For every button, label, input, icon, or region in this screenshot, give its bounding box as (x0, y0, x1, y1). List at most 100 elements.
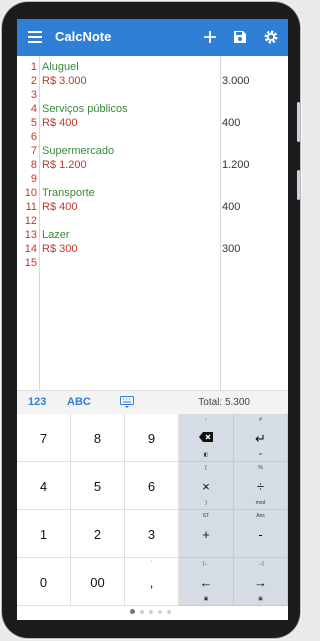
add-icon[interactable] (200, 27, 220, 47)
volume-button (297, 102, 300, 142)
line-number: 12 (24, 215, 37, 227)
line-number: 3 (30, 89, 37, 101)
page-dot[interactable] (158, 610, 162, 614)
line-result: 1.200 (222, 159, 250, 171)
page-dot[interactable] (167, 610, 171, 614)
line-result: 3.000 (222, 75, 250, 87)
key-label: + (202, 527, 210, 542)
key-00[interactable]: 00 (71, 558, 125, 606)
key-alt-label: ) (205, 500, 207, 506)
op-key[interactable]: Ans - (234, 510, 288, 558)
app-title: CalcNote (55, 29, 112, 44)
line-number: 10 (24, 187, 37, 199)
key-label: - (258, 527, 263, 542)
key-alt-label: ` (150, 561, 153, 567)
app-bar: CalcNote (17, 19, 288, 56)
line-heading-text[interactable]: Transporte (42, 186, 95, 200)
key-7[interactable]: 7 (17, 414, 71, 462)
key-label: 0 (39, 575, 48, 590)
total-label: Total: 5.300 (198, 397, 250, 408)
key-label: 3 (147, 527, 156, 542)
key-alt-label: ▣ (203, 596, 209, 602)
settings-icon[interactable] (261, 27, 281, 47)
keyboard-page-indicator (17, 606, 288, 620)
key-label: ÷ (256, 479, 265, 494)
key-alt-label: mod (255, 500, 266, 506)
key-label: 2 (93, 527, 102, 542)
key-alt-label: % (258, 465, 263, 471)
line-number: 15 (24, 257, 37, 269)
line-result: 300 (222, 243, 241, 255)
line-number: 7 (30, 145, 37, 157)
page-dot[interactable] (130, 609, 135, 614)
line-heading-text[interactable]: Lazer (42, 228, 70, 242)
key-1[interactable]: 1 (17, 510, 71, 558)
key-alt-label: ◧ (203, 452, 209, 458)
line-number: 5 (30, 117, 37, 129)
line-number: 8 (30, 159, 37, 171)
key-5[interactable]: 5 (71, 462, 125, 510)
op-key[interactable]: |← ← ▣ (179, 558, 234, 606)
line-heading-text[interactable]: Supermercado (42, 144, 114, 158)
key-label: 4 (39, 479, 48, 494)
key-label: 5 (93, 479, 102, 494)
key-label: 1 (39, 527, 48, 542)
op-key[interactable]: ( ×) (179, 462, 234, 510)
key-alt-label: →| (257, 561, 264, 567)
key-9[interactable]: 9 (125, 414, 179, 462)
line-number: 1 (30, 61, 37, 73)
key-2[interactable]: 2 (71, 510, 125, 558)
line-number: 4 (30, 103, 37, 115)
key-comma[interactable]: `, (125, 558, 179, 606)
key-alt-label: ▣ (258, 596, 263, 602)
menu-icon[interactable] (28, 31, 42, 43)
line-number: 6 (30, 131, 37, 143)
phone-frame: CalcNote 1 2 3 4 5 6 7 8 9 10 11 12 13 14 15 Aluguel R$ … (2, 2, 300, 638)
op-key[interactable]: ↑ ◧ (179, 414, 234, 462)
keyboard-toolbar: 123 ABC Total: 5.300 (17, 390, 288, 415)
line-value-text[interactable]: R$ 300 (42, 242, 77, 256)
line-number: 9 (30, 173, 37, 185)
editor-area[interactable]: 1 2 3 4 5 6 7 8 9 10 11 12 13 14 15 Aluguel R$ 3.000 Serv… (17, 56, 288, 390)
line-value-text[interactable]: R$ 400 (42, 116, 77, 130)
op-key[interactable]: →| → ▣ (234, 558, 288, 606)
line-result: 400 (222, 117, 241, 129)
line-heading-text[interactable]: Serviços públicos (42, 102, 128, 116)
key-label: → (254, 575, 267, 590)
key-label: × (202, 479, 210, 494)
line-heading-text[interactable]: Aluguel (42, 60, 79, 74)
op-key[interactable]: ST + (179, 510, 234, 558)
calc-keypad: 7 8 9 4 5 6 1 2 3 0 00 `, ↑ ◧ # ↵ =(×)% ÷ mod ST + Ans - |← ← ▣ →|… (17, 414, 288, 606)
key-label: 8 (93, 431, 102, 446)
key-label: , (149, 575, 154, 590)
key-alt-label: |← (202, 561, 210, 567)
backspace-icon (179, 431, 233, 446)
op-key[interactable]: % ÷ mod (234, 462, 288, 510)
key-4[interactable]: 4 (17, 462, 71, 510)
key-alt-label: ( (205, 465, 207, 471)
page-dot[interactable] (140, 610, 144, 614)
page-dot[interactable] (149, 610, 153, 614)
tab-alpha[interactable]: ABC (67, 396, 91, 408)
line-value-text[interactable]: R$ 1.200 (42, 158, 87, 172)
key-8[interactable]: 8 (71, 414, 125, 462)
line-result: 400 (222, 201, 241, 213)
save-icon[interactable] (230, 27, 250, 47)
line-number: 11 (25, 201, 37, 213)
tab-numeric[interactable]: 123 (28, 396, 46, 408)
op-key[interactable]: # ↵ = (234, 414, 288, 462)
power-button (297, 170, 300, 200)
key-3[interactable]: 3 (125, 510, 179, 558)
line-value-text[interactable]: R$ 400 (42, 200, 77, 214)
key-alt-label: # (259, 417, 262, 423)
key-6[interactable]: 6 (125, 462, 179, 510)
results-divider (220, 56, 221, 390)
key-label: 00 (90, 575, 105, 590)
key-0[interactable]: 0 (17, 558, 71, 606)
line-value-text[interactable]: R$ 3.000 (42, 74, 87, 88)
key-label: 7 (39, 431, 48, 446)
key-label: ↵ (255, 431, 266, 446)
keyboard-icon[interactable] (120, 395, 134, 408)
line-number: 2 (30, 75, 37, 87)
key-alt-label: ST (202, 513, 210, 519)
